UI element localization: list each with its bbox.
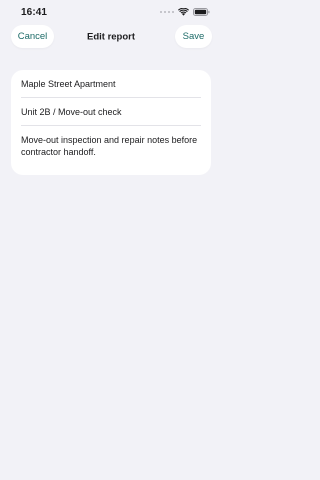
report-form-card: Maple Street Apartment Unit 2B / Move-ou… [11, 70, 211, 175]
save-button-label: Save [182, 31, 205, 42]
edit-report-screen: 16:41 Cancel Edit report Save Maple Stre… [0, 0, 222, 480]
cancel-button[interactable]: Cancel [11, 25, 54, 48]
save-button[interactable]: Save [175, 25, 212, 48]
cancel-button-label: Cancel [17, 31, 48, 42]
battery-icon [193, 8, 210, 16]
unit-check-field[interactable]: Unit 2B / Move-out check [21, 98, 201, 126]
property-name-field[interactable]: Maple Street Apartment [21, 70, 201, 98]
status-icons [159, 8, 211, 16]
notes-field[interactable]: Move-out inspection and repair notes bef… [21, 126, 201, 175]
status-bar: 16:41 [0, 0, 222, 24]
page-title: Edit report [86, 31, 136, 43]
navigation-bar: Cancel Edit report Save [0, 24, 222, 50]
status-time: 16:41 [21, 6, 48, 18]
wifi-icon [178, 8, 189, 16]
cellular-icon [159, 10, 174, 14]
